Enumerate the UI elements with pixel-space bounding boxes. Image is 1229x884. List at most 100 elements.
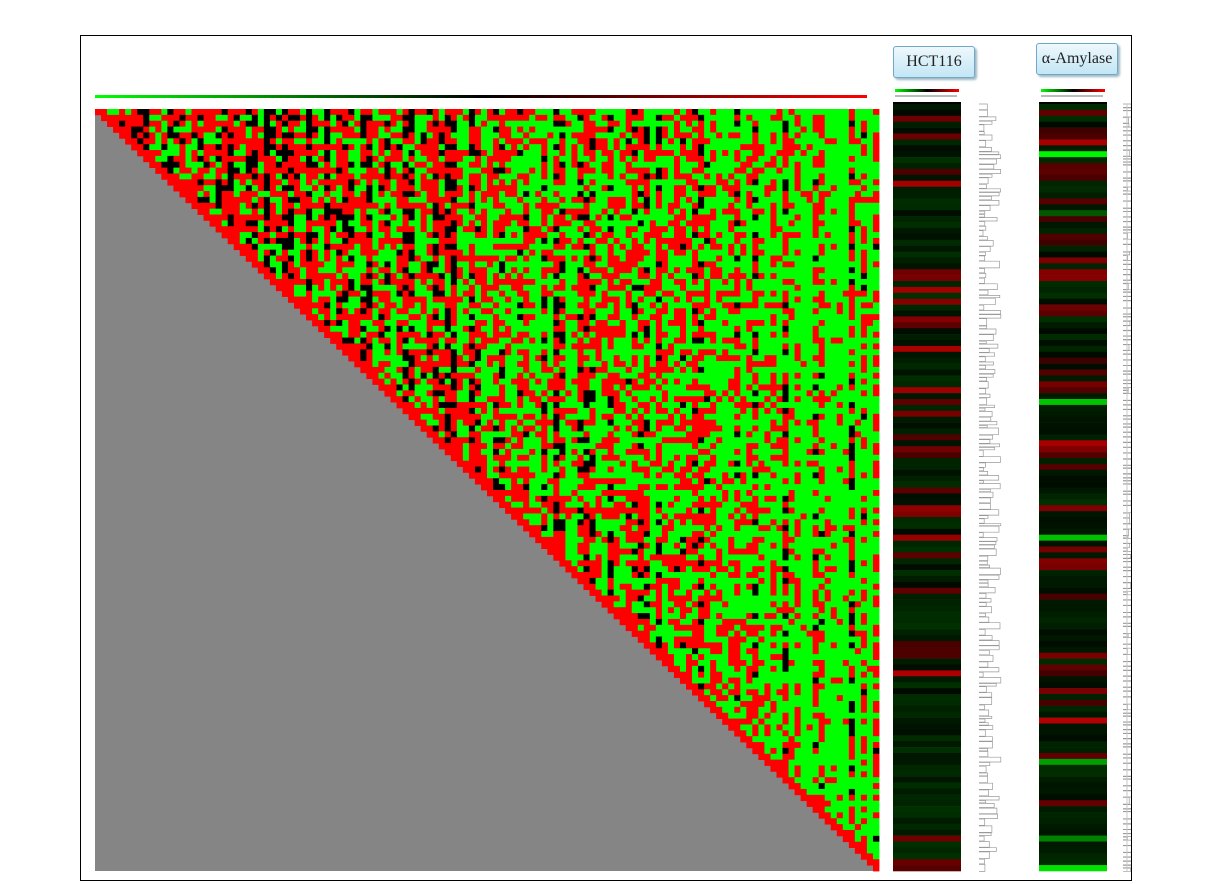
matrix-cell [396, 185, 403, 192]
matrix-cell [342, 167, 349, 174]
matrix-cell [625, 208, 633, 215]
matrix-cell [480, 237, 488, 245]
matrix-cell [860, 273, 868, 280]
matrix-cell [161, 114, 168, 122]
matrix-cell [402, 126, 409, 133]
matrix-cell [541, 355, 548, 362]
matrix-cell [818, 185, 826, 192]
matrix-cell [601, 349, 609, 356]
matrix-cell [541, 126, 548, 133]
matrix-cell [342, 155, 349, 163]
matrix-cell [854, 114, 862, 122]
matrix-cell [263, 255, 271, 262]
matrix-cell [824, 366, 832, 374]
matrix-cell [788, 349, 795, 356]
matrix-cell [643, 114, 651, 122]
matrix-cell [842, 261, 850, 268]
matrix-cell [324, 261, 331, 268]
matrix-cell [191, 109, 198, 116]
matrix-cell [179, 109, 186, 116]
matrix-cell [758, 173, 765, 180]
matrix-cell [770, 302, 777, 309]
matrix-cell [698, 308, 705, 315]
matrix-cell [227, 144, 235, 151]
matrix-cell [830, 155, 838, 163]
matrix-cell [480, 214, 488, 221]
matrix-cell [480, 261, 488, 268]
matrix-cell [661, 273, 669, 280]
matrix-cell [444, 372, 452, 380]
matrix-cell [450, 255, 458, 262]
matrix-cell [287, 109, 295, 116]
matrix-cell [511, 302, 518, 309]
matrix-cell [565, 132, 572, 139]
matrix-cell [824, 349, 832, 356]
matrix-cell [275, 226, 283, 233]
matrix-cell [830, 114, 838, 122]
matrix-cell [583, 261, 590, 268]
matrix-cell [553, 132, 560, 139]
matrix-cell [535, 150, 542, 157]
matrix-cell [571, 361, 578, 368]
matrix-cell [698, 361, 705, 368]
matrix-cell [872, 314, 880, 321]
matrix-cell [848, 196, 856, 204]
matrix-cell [487, 378, 494, 385]
matrix-cell [704, 114, 711, 122]
matrix-cell [577, 302, 584, 309]
matrix-cell [782, 179, 789, 186]
matrix-cell [553, 337, 560, 344]
matrix-cell [764, 284, 771, 292]
matrix-cell [239, 126, 247, 133]
matrix-cell [227, 109, 235, 116]
matrix-cell [312, 161, 319, 169]
matrix-cell [872, 290, 880, 297]
matrix-cell [474, 196, 482, 204]
matrix-cell [462, 150, 470, 157]
matrix-cell [571, 196, 578, 204]
matrix-cell [553, 290, 560, 297]
matrix-cell [637, 126, 645, 133]
matrix-cell [499, 220, 506, 227]
matrix-cell [824, 173, 832, 180]
matrix-cell [336, 144, 343, 151]
matrix-cell [571, 161, 578, 169]
matrix-cell [384, 120, 391, 127]
matrix-cell [396, 308, 403, 315]
matrix-cell [577, 308, 584, 315]
matrix-cell [414, 138, 422, 145]
matrix-cell [667, 267, 675, 274]
matrix-cell [722, 278, 729, 286]
matrix-cell [860, 261, 868, 268]
matrix-cell [637, 314, 645, 321]
matrix-cell [794, 214, 801, 221]
matrix-cell [661, 161, 669, 169]
matrix-cell [480, 114, 488, 122]
matrix-cell [788, 302, 795, 309]
matrix-cell [390, 290, 397, 297]
matrix-cell [529, 237, 536, 245]
matrix-cell [770, 114, 777, 122]
matrix-cell [263, 237, 271, 245]
matrix-cell [661, 378, 669, 385]
matrix-cell [716, 273, 723, 280]
matrix-cell [625, 284, 633, 292]
matrix-cell [830, 302, 838, 309]
matrix-cell [179, 120, 186, 127]
matrix-cell [263, 185, 271, 192]
matrix-cell [450, 126, 458, 133]
matrix-cell [607, 261, 615, 268]
matrix-cell [866, 214, 874, 221]
matrix-cell [631, 179, 639, 186]
matrix-cell [330, 150, 337, 157]
matrix-cell [559, 308, 566, 315]
matrix-cell [523, 278, 530, 286]
matrix-cell [686, 120, 693, 127]
matrix-cell [155, 138, 162, 145]
matrix-cell [806, 155, 814, 163]
matrix-cell [692, 120, 699, 127]
matrix-cell [830, 308, 838, 315]
matrix-cell [493, 214, 500, 221]
matrix-cell [643, 243, 651, 251]
matrix-cell [324, 220, 331, 227]
